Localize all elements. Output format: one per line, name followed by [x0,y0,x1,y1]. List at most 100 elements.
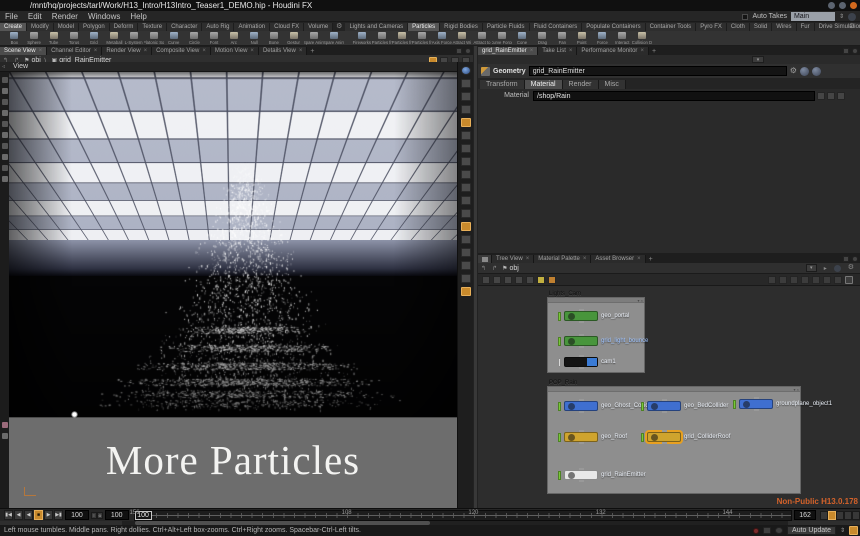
close-tab-icon[interactable] [530,48,534,54]
node-display-flag[interactable] [641,433,644,442]
overview-icon[interactable] [845,276,853,284]
network-node[interactable]: geo_Roof [558,432,627,442]
info-icon[interactable] [2,110,8,116]
node-body[interactable] [564,401,598,411]
shade-icon[interactable] [461,170,471,179]
network-view-tab[interactable] [478,255,492,263]
shelf-gear-icon[interactable]: ⚙ [333,23,345,31]
play-forward-icon[interactable]: ▶ [44,510,53,520]
loop-mode-icon[interactable]: ⊗ [97,512,103,519]
menu-dots-icon[interactable] [768,276,776,284]
record-icon[interactable] [753,528,759,534]
audio-toggle-icon[interactable] [836,511,844,520]
shelf-tab[interactable]: Populate Containers [582,23,645,31]
material-path-field[interactable]: /shop/Rain [533,91,815,101]
shelf-tab[interactable]: Lights and Cameras [345,23,408,31]
shelf-tool[interactable]: Interact [612,31,632,46]
shelf-tab[interactable]: Particle Fluids [483,23,530,31]
shelf-tab[interactable]: Cloud FX [270,23,304,31]
network-node[interactable]: geo_BedCollider [641,401,728,411]
shelf-tab[interactable]: Wires [772,23,796,31]
minimize-button[interactable] [828,2,835,9]
nav-forward-icon[interactable]: ↱ [489,265,500,272]
node-display-flag[interactable] [558,471,561,480]
camera-lock-icon[interactable] [461,248,471,257]
pane-tab[interactable]: Asset Browser [591,255,645,263]
hand-icon[interactable] [2,88,8,94]
close-tab-icon[interactable] [94,48,98,54]
pane-tab[interactable]: Channel Editor [47,47,102,55]
shelf-tab[interactable]: Solid [750,23,772,31]
playbar-menu-icon[interactable] [852,511,860,520]
shelf-tool[interactable]: Spare Anim [304,31,324,46]
shelf-tool[interactable]: Gestur [284,31,304,46]
network-node[interactable]: cam1 [558,357,616,367]
shelf-tab[interactable]: Cloth [727,23,750,31]
close-tab-icon[interactable] [640,48,644,54]
step-back-icon[interactable]: ◀ [14,510,23,520]
collapse-caret-icon[interactable]: ◃ [2,63,5,70]
close-tab-icon[interactable] [250,48,254,54]
network-node[interactable]: geo_portal [558,311,629,321]
render-flag-icon[interactable] [504,276,512,284]
close-tab-icon[interactable] [637,256,641,262]
node-body[interactable] [564,470,598,480]
pane-maximize-icon[interactable] [843,48,849,54]
pin-icon[interactable] [2,176,8,182]
shelf-tool[interactable]: Collision D [632,31,652,46]
visibility-icon[interactable] [461,235,471,244]
grid-icon[interactable] [461,261,471,270]
shelf-tool[interactable]: Drag [532,31,552,46]
points-icon[interactable] [461,209,471,218]
network-node[interactable]: grid_RainEmitter [558,470,646,480]
shelf-tab[interactable]: Volume [304,23,333,31]
auto-update-spinner-icon[interactable]: ⇕ [840,527,845,534]
menu-item[interactable]: Render [47,12,83,21]
bypass-flag-icon[interactable] [537,276,545,284]
network-node[interactable]: grid_light_bounce [558,336,648,346]
node-display-flag[interactable] [558,312,561,321]
pointer-icon[interactable] [2,77,8,83]
close-button[interactable] [850,2,857,9]
path-dropdown-icon[interactable]: ▾ [806,264,817,272]
shelf-tool[interactable]: Curve Force [492,31,512,46]
shelf-tool[interactable]: Fireworks [352,31,372,46]
takes-menu-icon[interactable] [848,13,856,21]
shelf-tool[interactable]: Spare Anim [324,31,344,46]
template-flag-icon[interactable] [515,276,523,284]
shelf-tool[interactable]: Font [204,31,224,46]
shelf-tool[interactable]: Tube [44,31,64,46]
auto-takes-checkbox[interactable] [742,14,748,20]
group-icon[interactable] [461,222,471,231]
shelf-tab[interactable]: Character [167,23,202,31]
node-display-flag[interactable] [558,402,561,411]
close-tab-icon[interactable] [39,48,43,54]
shelf-tool[interactable]: Particles fr [372,31,392,46]
close-tab-icon[interactable] [569,48,573,54]
close-tab-icon[interactable] [526,256,530,262]
node-display-flag[interactable] [558,433,561,442]
shelf-tab[interactable]: Pyro FX [696,23,727,31]
play-icon[interactable]: ▸ [821,265,830,272]
pin-button[interactable] [812,67,821,76]
color-icon[interactable] [2,422,8,428]
pane-menu-icon[interactable] [465,48,471,54]
snap-icon[interactable] [461,157,471,166]
node-body[interactable] [564,357,598,367]
shelf-tool[interactable]: Box [4,31,24,46]
shelf-tool[interactable]: Point [572,31,592,46]
material-clear-icon[interactable] [837,92,845,100]
menu-item[interactable]: Help [125,12,151,21]
view-tool-icon[interactable] [461,66,471,75]
shelf-tool[interactable]: Attract Wi [452,31,472,46]
translate-icon[interactable] [461,92,471,101]
shelf-tab[interactable]: Model [54,23,79,31]
node-display-flag[interactable] [641,402,644,411]
node-body[interactable] [647,432,681,442]
close-tab-icon[interactable] [299,48,303,54]
shelf-tool[interactable]: L-System [124,31,144,46]
node-name-field[interactable]: grid_RainEmitter [529,66,787,76]
pose-icon[interactable] [461,131,471,140]
history-dots-icon[interactable] [779,276,787,284]
pane-tab[interactable]: Details View [259,47,307,55]
